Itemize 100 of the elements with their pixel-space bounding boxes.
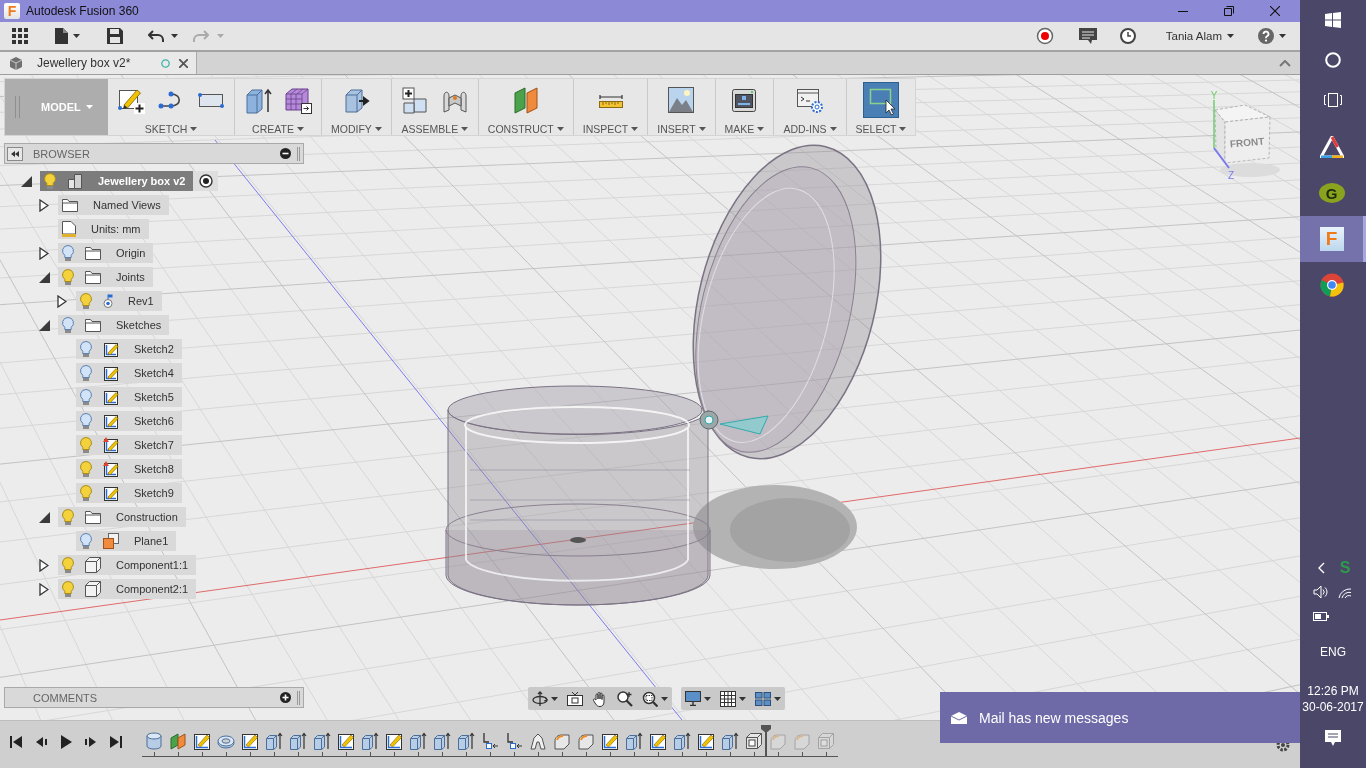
box-arrow-right-icon[interactable] — [342, 86, 371, 114]
tree-item[interactable]: Component1:1 — [58, 555, 197, 575]
task-view-icon[interactable] — [1324, 93, 1342, 107]
plus-circle-icon[interactable] — [280, 692, 291, 703]
caret-icon[interactable] — [739, 696, 746, 701]
collapse-panel-icon[interactable] — [7, 146, 23, 161]
box-arrow-up-icon[interactable] — [313, 732, 331, 750]
ring-icon[interactable] — [1325, 52, 1341, 68]
toolbar-menu[interactable]: SKETCH — [144, 123, 198, 135]
caret-icon[interactable] — [374, 127, 382, 131]
zoom-icon[interactable] — [617, 690, 633, 707]
toolbar-menu[interactable]: SELECT — [855, 123, 907, 135]
sketch-icon[interactable] — [385, 732, 403, 750]
document-tab[interactable]: Jewellery box v2* — [0, 52, 197, 74]
lightbulb-icon[interactable] — [80, 389, 92, 405]
toolbar-menu[interactable]: CONSTRUCT — [487, 123, 564, 135]
select-cursor-icon[interactable] — [862, 82, 899, 118]
tree-item[interactable]: Sketch2 — [76, 339, 182, 359]
play-icon[interactable] — [59, 735, 73, 749]
caret-icon[interactable] — [704, 696, 711, 701]
tree-toggle-icon[interactable] — [38, 319, 50, 331]
caret-icon[interactable] — [551, 696, 558, 701]
script-gear-icon[interactable] — [795, 86, 824, 114]
caret-icon[interactable] — [461, 127, 469, 131]
ring-icon[interactable] — [217, 732, 235, 750]
box-arrow-up-icon[interactable] — [289, 732, 307, 750]
wifi-icon[interactable] — [1337, 585, 1353, 599]
lightbulb-icon[interactable] — [62, 317, 74, 333]
sketch-icon[interactable] — [337, 732, 355, 750]
toolbar-menu[interactable]: CREATE — [252, 123, 304, 135]
sketch-icon[interactable] — [241, 732, 259, 750]
hand-icon[interactable] — [592, 690, 608, 707]
tree-item[interactable]: Sketch9 — [76, 483, 182, 503]
language-indicator[interactable]: ENG — [1300, 644, 1366, 660]
caret-icon[interactable] — [631, 127, 639, 131]
tree-item[interactable]: Joints — [58, 267, 153, 287]
minus-circle-icon[interactable] — [280, 148, 291, 159]
tree-toggle-icon[interactable] — [20, 175, 32, 187]
lightbulb-icon[interactable] — [62, 245, 74, 261]
comment-icon[interactable] — [1078, 28, 1097, 44]
viewports-icon[interactable] — [755, 691, 771, 706]
tree-toggle-icon[interactable] — [39, 582, 49, 596]
save-icon[interactable] — [107, 28, 123, 44]
sketch-icon[interactable] — [649, 732, 667, 750]
tree-item[interactable]: Sketch4 — [76, 363, 182, 383]
caret-icon[interactable] — [171, 34, 178, 38]
minimize-icon[interactable] — [1178, 10, 1188, 12]
caret-icon[interactable] — [296, 127, 304, 131]
box-arrow-up-icon[interactable] — [673, 732, 691, 750]
skip-to-end-icon[interactable] — [109, 735, 123, 749]
taskbar-app[interactable]: G — [1300, 170, 1366, 216]
tree-toggle-icon[interactable] — [57, 294, 67, 308]
skip-to-start-icon[interactable] — [9, 735, 23, 749]
clock-time[interactable]: 12:26 PM — [1300, 683, 1366, 699]
toolbar-menu[interactable]: MAKE — [724, 123, 765, 135]
toolbar-menu[interactable]: INSPECT — [582, 123, 639, 135]
lightbulb-icon[interactable] — [80, 341, 92, 357]
toolbar-menu[interactable]: ADD-INS — [783, 123, 837, 135]
box-arrow-up-icon[interactable] — [433, 732, 451, 750]
tree-toggle-icon[interactable] — [39, 246, 49, 260]
image-icon[interactable] — [667, 86, 696, 114]
zoom-window-icon[interactable] — [642, 690, 658, 707]
box-arrow-up-icon[interactable] — [457, 732, 475, 750]
sketch-icon[interactable] — [697, 732, 715, 750]
activate-radio-button[interactable] — [193, 171, 219, 191]
user-menu[interactable]: Tania Alam — [1165, 30, 1234, 42]
notification-toast[interactable]: Mail has new messages — [940, 692, 1300, 743]
tree-item[interactable]: Jewellery box v2 — [40, 171, 194, 191]
clock-date[interactable]: 30-06-2017 — [1300, 699, 1366, 715]
box-arrow-up-icon[interactable] — [265, 732, 283, 750]
notification-icon[interactable] — [1325, 730, 1341, 746]
clock-icon[interactable] — [1119, 28, 1136, 44]
caret-icon[interactable] — [73, 34, 80, 38]
corner-square-arrow-icon[interactable] — [481, 732, 499, 750]
timeline-marker[interactable] — [761, 725, 771, 757]
tree-item[interactable]: Plane1 — [76, 531, 177, 551]
tree-item[interactable]: Named Views — [58, 195, 169, 215]
caret-icon[interactable] — [190, 127, 198, 131]
caret-icon[interactable] — [757, 127, 765, 131]
mesh-cube-icon[interactable] — [284, 86, 312, 114]
toolbar-menu[interactable]: ASSEMBLE — [401, 123, 469, 135]
lightbulb-icon[interactable] — [44, 173, 56, 189]
planes-icon[interactable] — [169, 732, 187, 750]
grid-icon[interactable] — [720, 690, 736, 707]
close-icon[interactable] — [179, 58, 188, 68]
tree-item[interactable]: Construction — [58, 507, 186, 527]
file-icon[interactable] — [54, 28, 68, 44]
caret-icon[interactable] — [829, 127, 837, 131]
corner-square-arrow-icon[interactable] — [505, 732, 523, 750]
sketch-icon[interactable] — [601, 732, 619, 750]
lightbulb-icon[interactable] — [80, 413, 92, 429]
tree-toggle-icon[interactable] — [38, 271, 50, 283]
tree-toggle-icon[interactable] — [39, 558, 49, 572]
tree-item[interactable]: Sketch5 — [76, 387, 182, 407]
box-arrow-up-icon[interactable] — [361, 732, 379, 750]
tree-item[interactable]: Sketch6 — [76, 411, 182, 431]
monitor-icon[interactable] — [685, 691, 701, 706]
undo-icon[interactable] — [148, 30, 164, 42]
cylinder-icon[interactable] — [145, 732, 163, 750]
box-square-icon[interactable] — [745, 732, 763, 750]
